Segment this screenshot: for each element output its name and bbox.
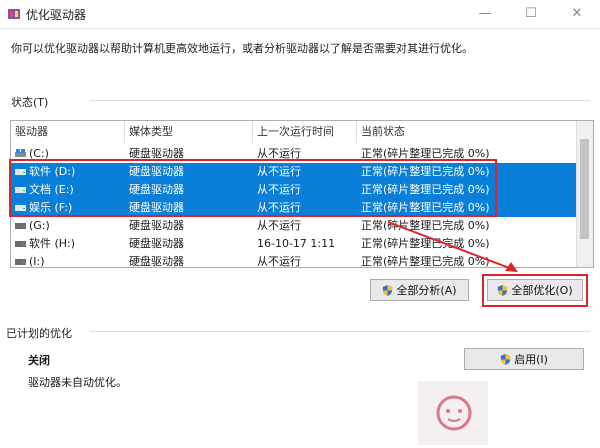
analyze-all-button[interactable]: 全部分析(A) (370, 279, 469, 301)
scheduled-divider (90, 331, 590, 332)
optimize-all-label: 全部优化(O) (511, 284, 573, 297)
watermark-logo (418, 381, 488, 445)
analyze-all-label: 全部分析(A) (396, 284, 457, 297)
enable-button[interactable]: 启用(I) (464, 348, 584, 370)
uac-shield-icon (498, 285, 508, 296)
schedule-state: 关闭 (28, 354, 50, 367)
enable-label: 启用(I) (514, 353, 548, 366)
scheduled-section-label: 已计划的优化 (6, 327, 72, 340)
monkey-logo-icon (436, 395, 472, 431)
uac-shield-icon (500, 354, 511, 365)
uac-shield-icon (383, 285, 393, 296)
optimize-all-button[interactable]: 全部优化(O) (487, 279, 583, 301)
schedule-note: 驱动器未自动优化。 (28, 376, 127, 389)
